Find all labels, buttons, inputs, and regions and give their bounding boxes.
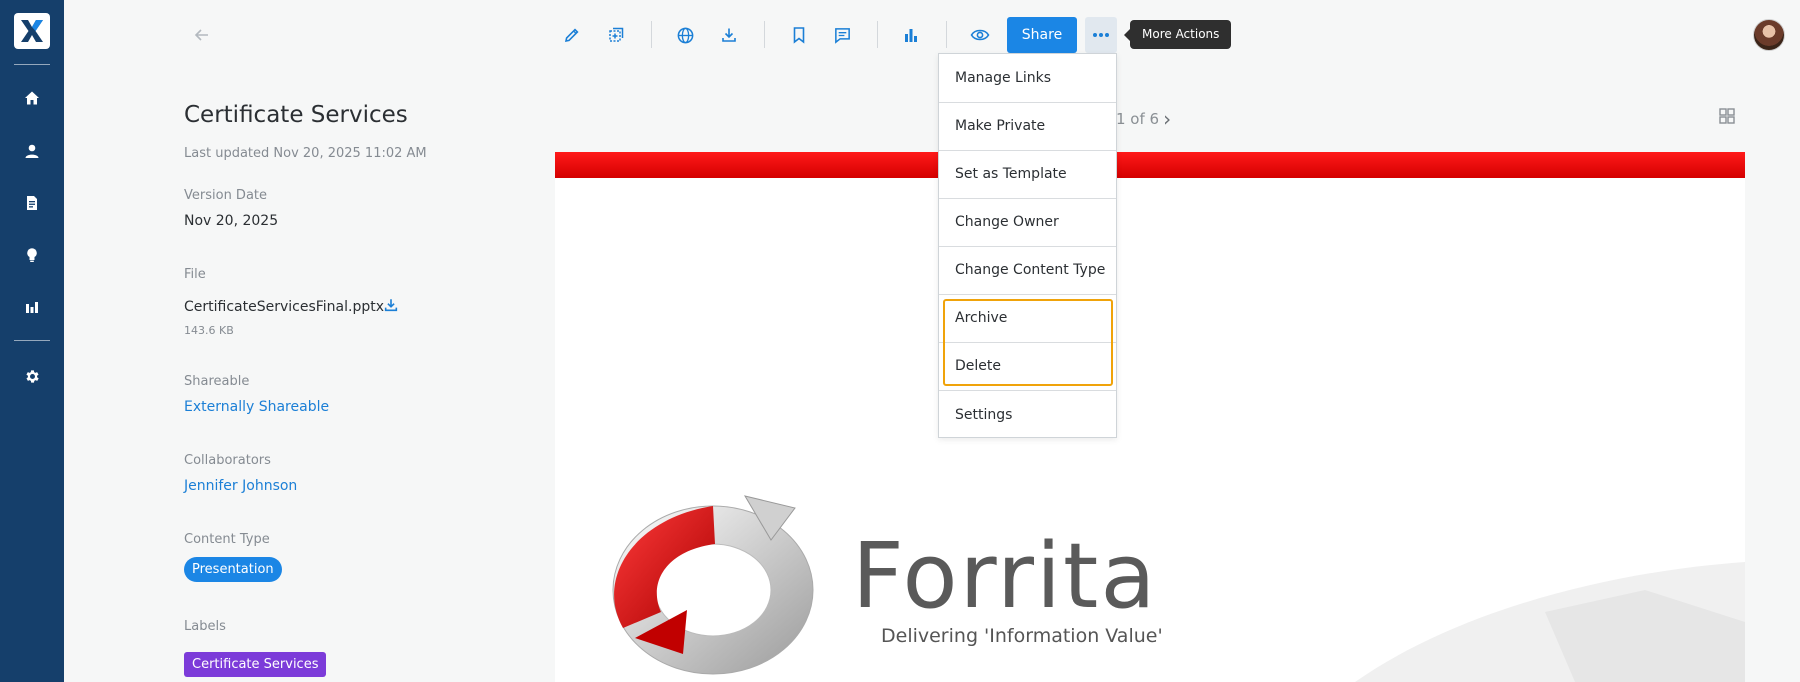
version-date-label: Version Date — [184, 188, 268, 203]
collaborators-label: Collaborators — [184, 453, 271, 468]
menu-item-archive[interactable]: Archive — [939, 294, 1116, 342]
app-logo[interactable] — [14, 13, 50, 49]
comment-icon[interactable] — [828, 21, 856, 49]
more-actions-menu: Manage Links Make Private Set as Templat… — [938, 53, 1117, 438]
menu-item-make-private[interactable]: Make Private — [939, 102, 1116, 150]
eye-icon[interactable] — [966, 21, 994, 49]
back-arrow-icon[interactable] — [188, 21, 216, 49]
lightbulb-icon[interactable] — [20, 243, 44, 267]
shareable-label: Shareable — [184, 374, 250, 389]
left-nav — [0, 0, 64, 682]
logo-x-icon — [21, 20, 43, 42]
menu-item-change-owner[interactable]: Change Owner — [939, 198, 1116, 246]
bar-chart-icon[interactable] — [20, 295, 44, 319]
nav-divider — [14, 340, 50, 341]
document-icon[interactable] — [20, 191, 44, 215]
labels-label: Labels — [184, 619, 226, 634]
stats-icon[interactable] — [897, 21, 925, 49]
menu-item-settings[interactable]: Settings — [939, 391, 1116, 439]
content-type-badge[interactable]: Presentation — [184, 557, 282, 582]
label-badge[interactable]: Certificate Services — [184, 652, 327, 677]
chevron-right-icon[interactable]: › — [1163, 107, 1171, 131]
shareable-link[interactable]: Externally Shareable — [184, 399, 329, 415]
page-count: 1 of 6 — [1116, 110, 1160, 128]
menu-item-manage-links[interactable]: Manage Links — [939, 54, 1116, 102]
grid-view-icon[interactable] — [1719, 108, 1739, 128]
home-icon[interactable] — [20, 86, 44, 110]
version-date-value: Nov 20, 2025 — [184, 213, 279, 229]
toolbar-divider — [764, 21, 765, 48]
share-button[interactable]: Share — [1007, 17, 1077, 53]
toolbar-divider — [877, 21, 878, 48]
brand-name: Forrita — [852, 524, 1158, 629]
bookmark-icon[interactable] — [785, 21, 813, 49]
menu-item-delete[interactable]: Delete — [939, 342, 1116, 390]
menu-item-set-as-template[interactable]: Set as Template — [939, 150, 1116, 198]
last-updated: Last updated Nov 20, 2025 11:02 AM — [184, 146, 427, 161]
gear-icon[interactable] — [20, 364, 44, 388]
user-icon[interactable] — [20, 139, 44, 163]
nav-divider — [14, 64, 50, 65]
download-icon[interactable] — [715, 21, 743, 49]
more-actions-button[interactable] — [1085, 17, 1117, 53]
collaborator-link[interactable]: Jennifer Johnson — [184, 478, 297, 494]
avatar[interactable] — [1753, 19, 1785, 51]
file-size: 143.6 KB — [184, 324, 234, 337]
slide-preview: Forrita Delivering 'Information Value' — [555, 152, 1745, 682]
page-title: Certificate Services — [184, 102, 408, 128]
edit-icon[interactable] — [558, 21, 586, 49]
file-name: CertificateServicesFinal.pptx — [184, 299, 385, 315]
more-icon — [1093, 33, 1109, 37]
globe-icon[interactable] — [671, 21, 699, 49]
menu-item-change-content-type[interactable]: Change Content Type — [939, 246, 1116, 294]
file-download-icon[interactable] — [378, 292, 404, 318]
toolbar-divider — [651, 21, 652, 48]
content-type-label: Content Type — [184, 532, 270, 547]
file-label: File — [184, 267, 206, 282]
copy-icon[interactable] — [602, 21, 630, 49]
more-actions-tooltip: More Actions — [1123, 20, 1232, 49]
forrita-logo-icon — [612, 495, 814, 675]
brand-tagline: Delivering 'Information Value' — [881, 625, 1163, 647]
toolbar-divider — [946, 21, 947, 48]
